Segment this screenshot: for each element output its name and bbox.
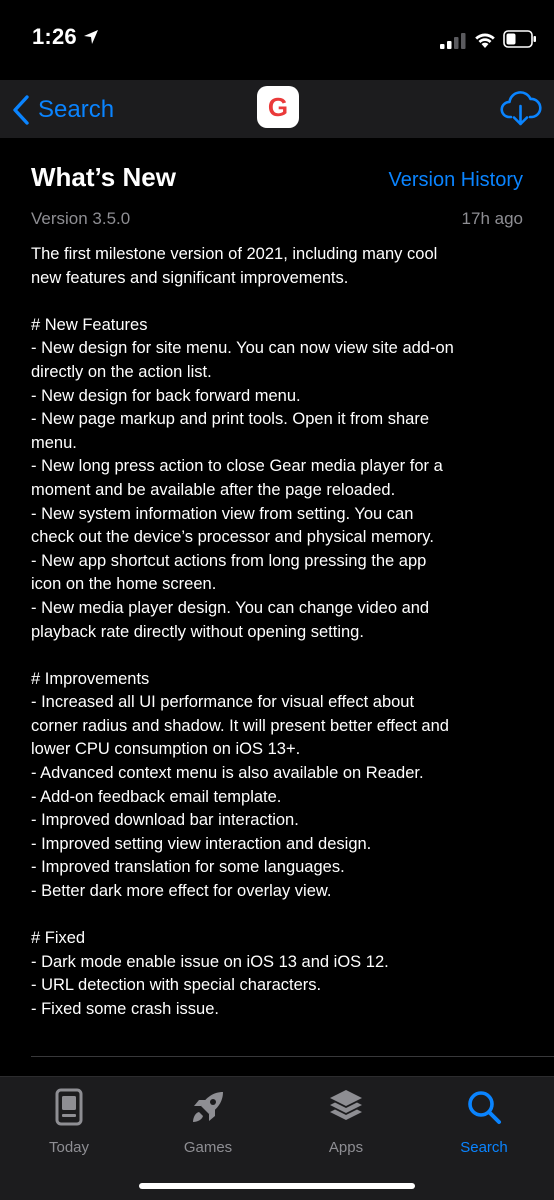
release-note-line: - New app shortcut actions from long pre…	[31, 551, 427, 570]
release-note-line: menu.	[31, 433, 77, 452]
tab-games-label: Games	[183, 1139, 233, 1156]
release-note-spacer	[31, 290, 531, 314]
release-time: 17h ago	[461, 209, 523, 228]
cellular-signal-icon	[440, 33, 466, 49]
release-note-line: directly on the action list.	[31, 362, 212, 381]
release-notes: The first milestone version of 2021, inc…	[31, 243, 531, 1022]
home-indicator	[139, 1183, 415, 1189]
release-note-line: - New system information view from setti…	[31, 504, 414, 523]
back-button-label: Search	[38, 96, 115, 123]
tab-today[interactable]: Today	[14, 1087, 124, 1165]
version-number: Version 3.5.0	[31, 209, 131, 228]
app-store-update-page: 1:26 Search G What’s New Version History…	[0, 0, 554, 1200]
app-icon: G	[257, 86, 299, 128]
search-icon	[468, 1091, 501, 1124]
release-note-line: check out the device’s processor and phy…	[31, 528, 434, 547]
chevron-left-icon	[13, 95, 29, 125]
section-title: What’s New	[31, 162, 176, 192]
release-note-line: - New design for back forward menu.	[31, 386, 301, 405]
navigation-bar: Search G	[0, 80, 554, 138]
section-divider	[31, 1056, 554, 1057]
release-note-line: - Fixed some crash issue.	[31, 1000, 219, 1018]
tab-bar: Today Games Apps Search	[0, 1076, 554, 1200]
battery-icon	[503, 30, 536, 48]
release-note-line: corner radius and shadow. It will presen…	[31, 716, 449, 735]
tab-today-label: Today	[48, 1139, 90, 1156]
release-note-line: - Add-on feedback email template.	[31, 787, 282, 806]
release-note-spacer	[31, 904, 531, 928]
release-note-line: - New media player design. You can chang…	[31, 598, 430, 617]
release-note-line: # Improvements	[31, 669, 150, 688]
release-note-line: - New design for site menu. You can now …	[31, 339, 454, 358]
release-note-line: - Improved setting view interaction and …	[31, 834, 372, 853]
tab-apps[interactable]: Apps	[291, 1087, 401, 1165]
release-note-line: moment and be available after the page r…	[31, 480, 396, 499]
release-note-line: The first milestone version of 2021, inc…	[31, 245, 438, 263]
release-note-line: - New page markup and print tools. Open …	[31, 410, 430, 429]
tab-search[interactable]: Search	[429, 1087, 539, 1165]
release-note-line: - URL detection with special characters.	[31, 976, 322, 995]
status-bar: 1:26	[0, 0, 554, 80]
release-note-line: playback rate directly without opening s…	[31, 622, 364, 641]
location-arrow-icon	[84, 30, 98, 44]
release-note-line: # New Features	[31, 315, 148, 334]
release-note-line: new features and significant improvement…	[31, 268, 349, 287]
app-icon-letter: G	[267, 91, 289, 122]
apps-stack-icon	[330, 1090, 362, 1120]
release-note-line: icon on the home screen.	[31, 575, 217, 594]
cloud-download-icon[interactable]	[500, 88, 542, 128]
release-note-line: - Advanced context menu is also availabl…	[31, 764, 424, 783]
release-note-line: # Fixed	[31, 929, 86, 948]
release-note-spacer	[31, 644, 531, 668]
tab-apps-label: Apps	[328, 1139, 364, 1156]
release-note-line: - Dark mode enable issue on iOS 13 and i…	[31, 952, 389, 971]
release-note-line: - Improved download bar interaction.	[31, 811, 299, 830]
wifi-icon	[475, 33, 495, 48]
release-note-line: lower CPU consumption on iOS 13+.	[31, 740, 301, 759]
whats-new-section: What’s New Version History Version 3.5.0…	[0, 138, 554, 1076]
release-note-line: - New long press action to close Gear me…	[31, 457, 443, 476]
tab-games[interactable]: Games	[153, 1087, 263, 1165]
today-icon	[55, 1088, 83, 1126]
release-note-line: - Increased all UI performance for visua…	[31, 693, 415, 712]
tab-search-label: Search	[460, 1139, 508, 1156]
status-time: 1:26	[32, 24, 77, 49]
release-note-line: - Better dark more effect for overlay vi…	[31, 882, 332, 901]
rocket-icon	[193, 1092, 223, 1122]
back-button[interactable]: Search	[10, 90, 114, 130]
release-note-line: - Improved translation for some language…	[31, 858, 345, 877]
version-history-link[interactable]: Version History	[389, 169, 524, 192]
